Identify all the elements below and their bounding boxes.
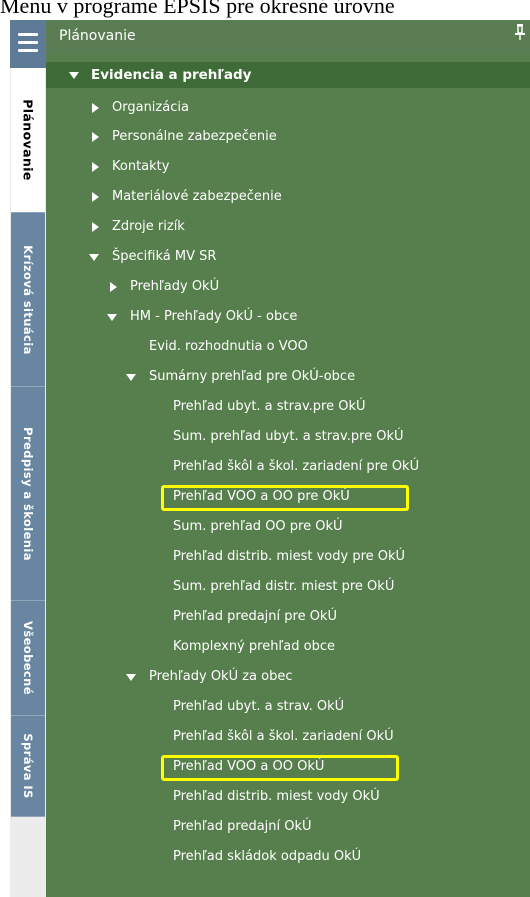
tree-item-sum-prehlad-distr-miest-pre-oku[interactable]: Sum. prehľad distr. miest pre OkÚ xyxy=(46,574,530,600)
expanded-arrow-icon xyxy=(107,314,117,321)
tree-item-label: Prehľad distrib. miest vody OkÚ xyxy=(173,789,380,804)
tab-label: Krízová situácia xyxy=(21,244,35,355)
tree-item-label: Špecifiká MV SR xyxy=(112,249,217,264)
tree-item-label: Prehľad predajní pre OkÚ xyxy=(173,609,337,624)
tree-item-prehlad-ubyt-a-strav-oku[interactable]: Prehľad ubyt. a strav. OkÚ xyxy=(46,694,530,720)
tree-item-label: Personálne zabezpečenie xyxy=(112,129,277,144)
tab-label: Všeobecné xyxy=(21,621,35,695)
tab-krizova-situacia[interactable]: Krízová situácia xyxy=(11,213,45,387)
tree-item-personalne-zabezpecenie[interactable]: Personálne zabezpečenie xyxy=(46,124,530,150)
tree-item-prehlad-predajni-oku[interactable]: Prehľad predajní OkÚ xyxy=(46,814,530,840)
tree-item-prehlady-oku-za-obec[interactable]: Prehľady OkÚ za obec xyxy=(46,664,530,690)
tree-item-prehlad-skol-oku[interactable]: Prehľad škôl a škol. zariadení OkÚ xyxy=(46,724,530,750)
tree-item-label: Prehľad skládok odpadu OkÚ xyxy=(173,849,362,864)
tree-item-prehlad-voo-a-oo-pre-oku[interactable]: Prehľad VOO a OO pre OkÚ xyxy=(161,484,409,511)
tab-vseobecne[interactable]: Všeobecné xyxy=(11,601,45,716)
tree-item-label: Zdroje rizík xyxy=(112,219,185,234)
tree-item-label: Organizácia xyxy=(112,100,189,115)
tree-item-label: Prehľad škôl a škol. zariadení OkÚ xyxy=(173,729,394,744)
expanded-arrow-icon xyxy=(126,374,136,381)
tree-item-prehlad-skol-pre-oku[interactable]: Prehľad škôl a škol. zariadení pre OkÚ xyxy=(46,454,530,480)
tree-item-label: Prehľad VOO a OO OkÚ xyxy=(173,759,325,774)
tree-item-specifika-mv-sr[interactable]: Špecifiká MV SR xyxy=(46,244,530,270)
tree-item-label: Prehľad ubyt. a strav. OkÚ xyxy=(173,699,345,714)
tree-item-evidencia-a-prehlady[interactable]: Evidencia a prehľady xyxy=(46,62,530,88)
tree-item-materialove-zabezpecenie[interactable]: Materiálové zabezpečenie xyxy=(46,184,530,210)
collapsed-arrow-icon xyxy=(92,162,99,172)
side-tab-strip: Plánovanie Krízová situácia Predpisy a š… xyxy=(10,20,46,897)
tree-item-label: Prehľad VOO a OO pre OkÚ xyxy=(173,489,350,504)
tab-label: Plánovanie xyxy=(20,99,36,181)
tree-item-label: Evid. rozhodnutia o VOO xyxy=(149,339,308,354)
collapsed-arrow-icon xyxy=(110,282,117,292)
expanded-arrow-icon xyxy=(69,72,79,79)
tree-item-label: Prehľad škôl a škol. zariadení pre OkÚ xyxy=(173,459,420,474)
tab-label: Predpisy a školenia xyxy=(21,426,35,561)
tree-item-sum-prehlad-ubyt-a-strav-pre-oku[interactable]: Sum. prehľad ubyt. a strav.pre OkÚ xyxy=(46,424,530,450)
tree-item-label: Prehľad predajní OkÚ xyxy=(173,819,312,834)
expanded-arrow-icon xyxy=(126,674,136,681)
tree-item-prehlad-voo-a-oo-oku[interactable]: Prehľad VOO a OO OkÚ xyxy=(161,754,399,781)
tree-item-label: Prehľady OkÚ za obec xyxy=(149,669,293,684)
tree-item-zdroje-rizik[interactable]: Zdroje rizík xyxy=(46,214,530,240)
collapsed-arrow-icon xyxy=(92,222,99,232)
document-caption: Menu v programe EPSIS pre okresné úrovne xyxy=(0,0,395,18)
tree-item-label: Evidencia a prehľady xyxy=(91,67,252,83)
tree-item-sumarny-prehlad-pre-oku-obce[interactable]: Sumárny prehľad pre OkÚ-obce xyxy=(46,364,530,390)
tree-item-label: Sum. prehľad ubyt. a strav.pre OkÚ xyxy=(173,429,404,444)
tree-item-label: Kontakty xyxy=(112,159,170,174)
epsis-app: Plánovanie Krízová situácia Predpisy a š… xyxy=(10,20,530,897)
panel-header: Plánovanie xyxy=(46,20,530,54)
tree-item-evid-rozhodnutia-o-voo[interactable]: Evid. rozhodnutia o VOO xyxy=(46,334,530,360)
tree-item-label: Materiálové zabezpečenie xyxy=(112,189,282,204)
collapsed-arrow-icon xyxy=(92,192,99,202)
tree-item-label: Prehľad distrib. miest vody pre OkÚ xyxy=(173,549,406,564)
tree-item-prehlad-distrib-miest-vody-pre-oku[interactable]: Prehľad distrib. miest vody pre OkÚ xyxy=(46,544,530,570)
tree-item-hm-prehlady-oku-obce[interactable]: HM - Prehľady OkÚ - obce xyxy=(46,304,530,330)
tree-item-label: Prehľady OkÚ xyxy=(130,279,220,294)
navigation-panel: Plánovanie Evidencia a prehľady Organizá… xyxy=(46,20,530,897)
tree-item-label: Sumárny prehľad pre OkÚ-obce xyxy=(149,369,356,384)
tree-item-label: HM - Prehľady OkÚ - obce xyxy=(130,309,298,324)
tree-item-prehlad-skladok-odpadu-oku[interactable]: Prehľad skládok odpadu OkÚ xyxy=(46,844,530,870)
tree-item-sum-prehlad-oo-pre-oku[interactable]: Sum. prehľad OO pre OkÚ xyxy=(46,514,530,540)
tab-sprava-is[interactable]: Správa IS xyxy=(11,716,45,817)
expanded-arrow-icon xyxy=(89,254,99,261)
tab-label: Správa IS xyxy=(21,733,35,799)
tree-item-label: Sum. prehľad OO pre OkÚ xyxy=(173,519,343,534)
tree-item-prehlad-distrib-miest-vody-oku[interactable]: Prehľad distrib. miest vody OkÚ xyxy=(46,784,530,810)
pin-icon[interactable] xyxy=(514,24,526,40)
tree-item-prehlady-oku[interactable]: Prehľady OkÚ xyxy=(46,274,530,300)
tree-item-prehlad-predajni-pre-oku[interactable]: Prehľad predajní pre OkÚ xyxy=(46,604,530,630)
tab-predpisy-a-skolenia[interactable]: Predpisy a školenia xyxy=(11,387,45,601)
tree-item-komplexny-prehlad-obce[interactable]: Komplexný prehľad obce xyxy=(46,634,530,660)
collapsed-arrow-icon xyxy=(92,103,99,113)
hamburger-menu-icon[interactable] xyxy=(10,20,46,68)
panel-title: Plánovanie xyxy=(59,28,136,44)
tree-item-prehlad-ubyt-a-strav-pre-oku[interactable]: Prehľad ubyt. a strav.pre OkÚ xyxy=(46,394,530,420)
tree-item-label: Sum. prehľad distr. miest pre OkÚ xyxy=(173,579,395,594)
tab-planovanie[interactable]: Plánovanie xyxy=(11,68,45,213)
collapsed-arrow-icon xyxy=(92,132,99,142)
tree-item-kontakty[interactable]: Kontakty xyxy=(46,154,530,180)
tree-item-organizacia[interactable]: Organizácia xyxy=(46,95,530,121)
tree-item-label: Prehľad ubyt. a strav.pre OkÚ xyxy=(173,399,366,414)
tree-item-label: Komplexný prehľad obce xyxy=(173,639,336,654)
